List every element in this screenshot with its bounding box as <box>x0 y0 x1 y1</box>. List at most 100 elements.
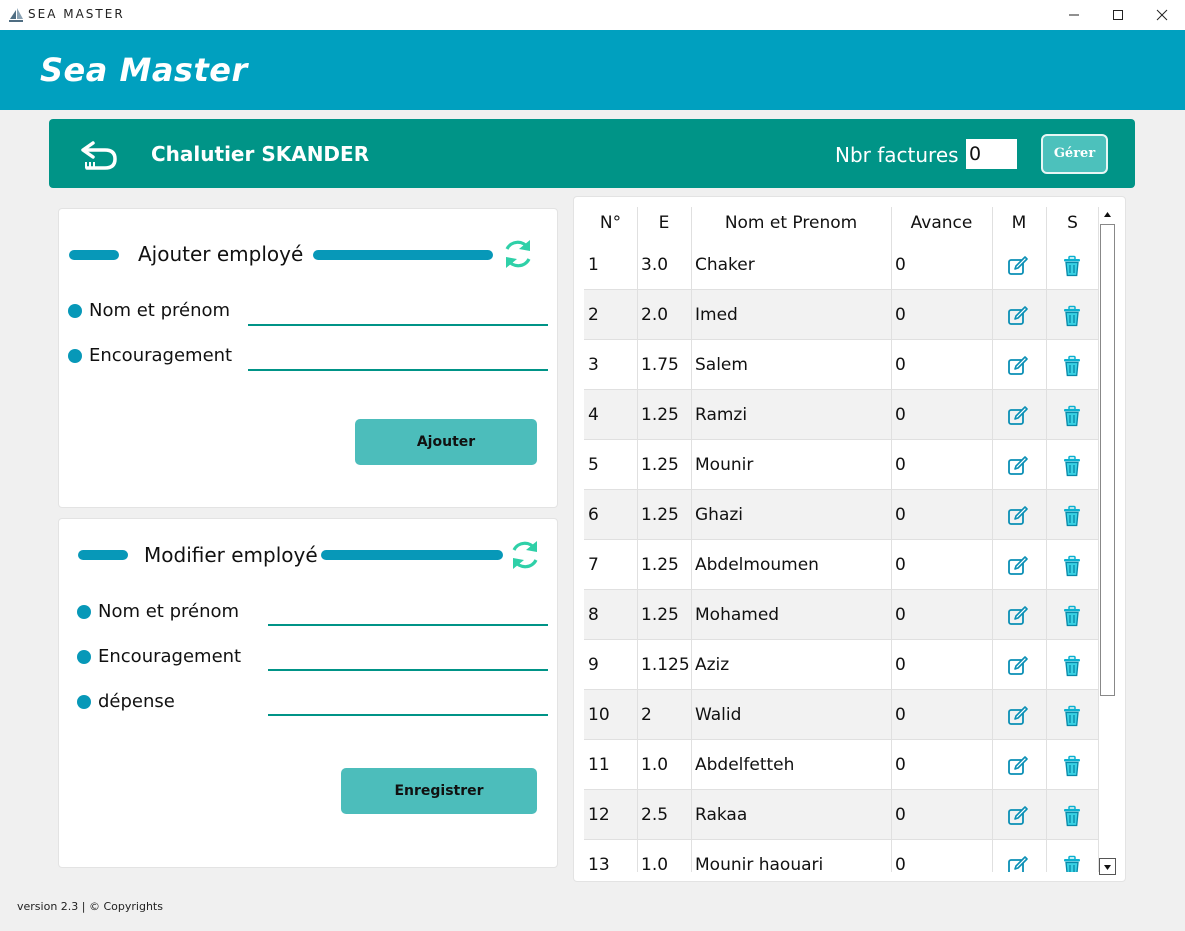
close-button[interactable] <box>1139 0 1185 30</box>
table-row[interactable]: 12 2.5 Rakaa 0 <box>584 790 1099 840</box>
nbr-factures-input[interactable] <box>966 139 1017 169</box>
edit-icon[interactable] <box>1007 705 1029 727</box>
table-row[interactable]: 8 1.25 Mohamed 0 <box>584 590 1099 640</box>
edit-icon[interactable] <box>1007 755 1029 777</box>
col-divider <box>891 840 892 872</box>
scroll-up-arrow-icon[interactable] <box>1099 207 1116 224</box>
modify-employee-panel: Modifier employé Nom et prénom Encourage… <box>58 518 558 868</box>
trash-icon[interactable] <box>1061 305 1083 327</box>
mod-name-input[interactable] <box>268 602 548 626</box>
col-divider <box>637 790 638 839</box>
cell-e: 1.25 <box>641 455 679 475</box>
maximize-button[interactable] <box>1095 0 1141 30</box>
trash-icon[interactable] <box>1061 805 1083 827</box>
table-row[interactable]: 3 1.75 Salem 0 <box>584 340 1099 390</box>
refresh-icon[interactable] <box>508 538 542 572</box>
edit-icon[interactable] <box>1007 505 1029 527</box>
bullet-dot <box>77 695 91 709</box>
mod-encouragement-input[interactable] <box>268 647 548 671</box>
cell-avance: 0 <box>895 455 906 475</box>
col-divider <box>637 540 638 589</box>
cell-e: 1.25 <box>641 405 679 425</box>
col-divider <box>691 490 692 539</box>
table-row[interactable]: 9 1.125 Aziz 0 <box>584 640 1099 690</box>
mod-depense-input[interactable] <box>268 692 548 716</box>
col-divider <box>691 740 692 789</box>
minimize-button[interactable] <box>1051 0 1097 30</box>
name-label: Nom et prénom <box>98 601 240 622</box>
brand-logo: Sea Master <box>40 51 248 89</box>
trash-icon[interactable] <box>1061 455 1083 477</box>
col-divider <box>637 390 638 439</box>
refresh-icon[interactable] <box>501 237 535 271</box>
trash-icon[interactable] <box>1061 405 1083 427</box>
trash-icon[interactable] <box>1061 555 1083 577</box>
col-divider <box>637 490 638 539</box>
table-scrollbar[interactable] <box>1099 207 1116 875</box>
table-row[interactable]: 7 1.25 Abdelmoumen 0 <box>584 540 1099 590</box>
trash-icon[interactable] <box>1061 655 1083 677</box>
col-divider <box>891 340 892 389</box>
enregistrer-button[interactable]: Enregistrer <box>341 768 537 814</box>
edit-icon[interactable] <box>1007 805 1029 827</box>
cell-name: Rakaa <box>695 805 748 825</box>
col-divider <box>691 790 692 839</box>
ajouter-button[interactable]: Ajouter <box>355 419 537 465</box>
table-row[interactable]: 5 1.25 Mounir 0 <box>584 440 1099 490</box>
table-row[interactable]: 1 3.0 Chaker 0 <box>584 240 1099 290</box>
cell-name: Abdelfetteh <box>695 755 795 775</box>
footer-version: version 2.3 | © Copyrights <box>17 900 163 913</box>
col-divider <box>637 240 638 289</box>
trash-icon[interactable] <box>1061 855 1083 872</box>
col-divider <box>637 290 638 339</box>
edit-icon[interactable] <box>1007 655 1029 677</box>
trash-icon[interactable] <box>1061 755 1083 777</box>
edit-icon[interactable] <box>1007 455 1029 477</box>
table-row[interactable]: 13 1.0 Mounir haouari 0 <box>584 840 1099 872</box>
trash-icon[interactable] <box>1061 505 1083 527</box>
trash-icon[interactable] <box>1061 355 1083 377</box>
edit-icon[interactable] <box>1007 555 1029 577</box>
table-row[interactable]: 6 1.25 Ghazi 0 <box>584 490 1099 540</box>
col-divider <box>1046 690 1047 739</box>
cell-e: 1.75 <box>641 355 679 375</box>
table-row[interactable]: 4 1.25 Ramzi 0 <box>584 390 1099 440</box>
trash-icon[interactable] <box>1061 255 1083 277</box>
cell-n: 11 <box>588 755 610 775</box>
scroll-down-arrow-icon[interactable] <box>1099 858 1116 875</box>
col-divider <box>691 640 692 689</box>
edit-icon[interactable] <box>1007 355 1029 377</box>
scroll-thumb[interactable] <box>1100 224 1115 696</box>
trash-icon[interactable] <box>1061 605 1083 627</box>
col-divider <box>1046 240 1047 289</box>
title-decor-left <box>78 550 128 560</box>
undo-arrow-icon[interactable] <box>79 137 119 171</box>
table-row[interactable]: 11 1.0 Abdelfetteh 0 <box>584 740 1099 790</box>
toolbar: Chalutier SKANDER Nbr factures Gérer <box>49 119 1135 188</box>
col-divider <box>637 340 638 389</box>
cell-n: 2 <box>588 305 599 325</box>
col-divider <box>992 440 993 489</box>
col-divider <box>1046 640 1047 689</box>
table-row[interactable]: 10 2 Walid 0 <box>584 690 1099 740</box>
title-decor-right <box>313 250 493 260</box>
edit-icon[interactable] <box>1007 305 1029 327</box>
table-row[interactable]: 2 2.0 Imed 0 <box>584 290 1099 340</box>
col-divider <box>1046 390 1047 439</box>
add-encouragement-input[interactable] <box>248 347 548 371</box>
gerer-button[interactable]: Gérer <box>1041 134 1108 174</box>
edit-icon[interactable] <box>1007 405 1029 427</box>
cell-n: 9 <box>588 655 599 675</box>
col-header-e: E <box>658 213 670 233</box>
edit-icon[interactable] <box>1007 855 1029 872</box>
add-name-input[interactable] <box>248 302 548 326</box>
cell-n: 1 <box>588 255 599 275</box>
edit-icon[interactable] <box>1007 255 1029 277</box>
cell-e: 1.0 <box>641 855 669 872</box>
cell-avance: 0 <box>895 755 906 775</box>
col-divider <box>1046 590 1047 639</box>
trash-icon[interactable] <box>1061 705 1083 727</box>
edit-icon[interactable] <box>1007 605 1029 627</box>
close-icon <box>1156 9 1168 21</box>
col-divider <box>691 340 692 389</box>
